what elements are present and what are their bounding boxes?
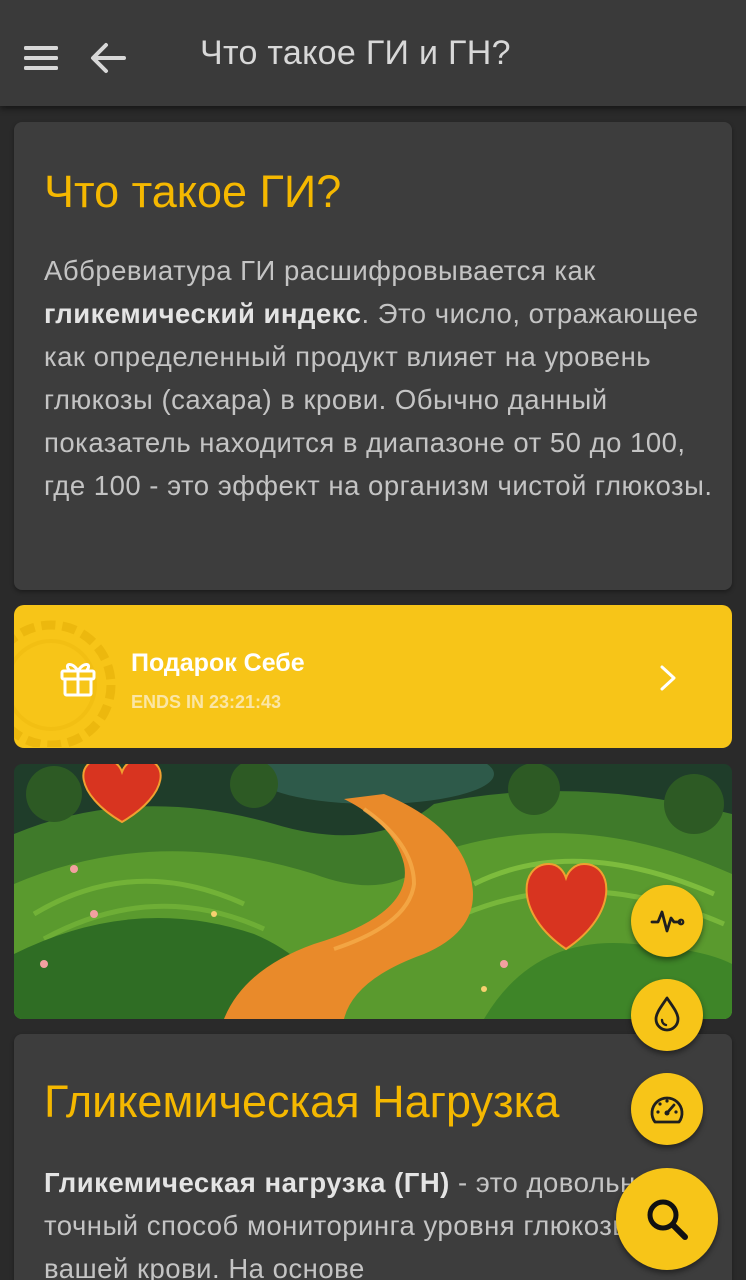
pulse-fab-button[interactable]: [631, 885, 703, 957]
gi-info-card: Что такое ГИ? Аббревиатура ГИ расшифровы…: [14, 122, 732, 590]
gift-promo-banner[interactable]: Подарок Себе ENDS IN 23:21:43: [14, 605, 732, 748]
hamburger-menu-icon: [24, 46, 58, 70]
gi-description: Аббревиатура ГИ расшифровывается как гли…: [44, 249, 714, 507]
gn-heading: Гликемическая Нагрузка: [44, 1076, 560, 1127]
page-title: Что такое ГИ и ГН?: [200, 34, 511, 72]
gn-bold-term: Гликемическая нагрузка (ГН): [44, 1167, 450, 1198]
promo-title: Подарок Себе: [131, 649, 305, 677]
gi-bold-term: гликемический индекс: [44, 298, 362, 329]
gi-heading: Что такое ГИ?: [44, 166, 342, 217]
gi-text-start: Аббревиатура ГИ расшифровывается как: [44, 255, 596, 286]
gn-description: Гликемическая нагрузка (ГН) - это доволь…: [44, 1161, 714, 1280]
gauge-fab-button[interactable]: [631, 1073, 703, 1145]
back-button[interactable]: [86, 36, 130, 80]
app-bar: Что такое ГИ и ГН?: [0, 0, 746, 106]
chevron-right-icon: [660, 665, 676, 691]
drop-icon: [654, 996, 680, 1032]
gauge-icon: [650, 1096, 684, 1124]
hills-road-illustration: [14, 764, 732, 1019]
search-fab-button[interactable]: [616, 1168, 718, 1270]
drop-fab-button[interactable]: [631, 979, 703, 1051]
search-icon: [647, 1199, 688, 1240]
promo-countdown: ENDS IN 23:21:43: [131, 692, 282, 712]
screen: Что такое ГИ и ГН? Что такое ГИ? Аббреви…: [0, 0, 746, 1280]
illustration-image: [14, 764, 732, 1019]
gift-icon: [60, 663, 96, 697]
arrow-left-icon: [91, 43, 126, 73]
menu-button[interactable]: [22, 38, 62, 78]
pulse-icon: [650, 910, 685, 933]
